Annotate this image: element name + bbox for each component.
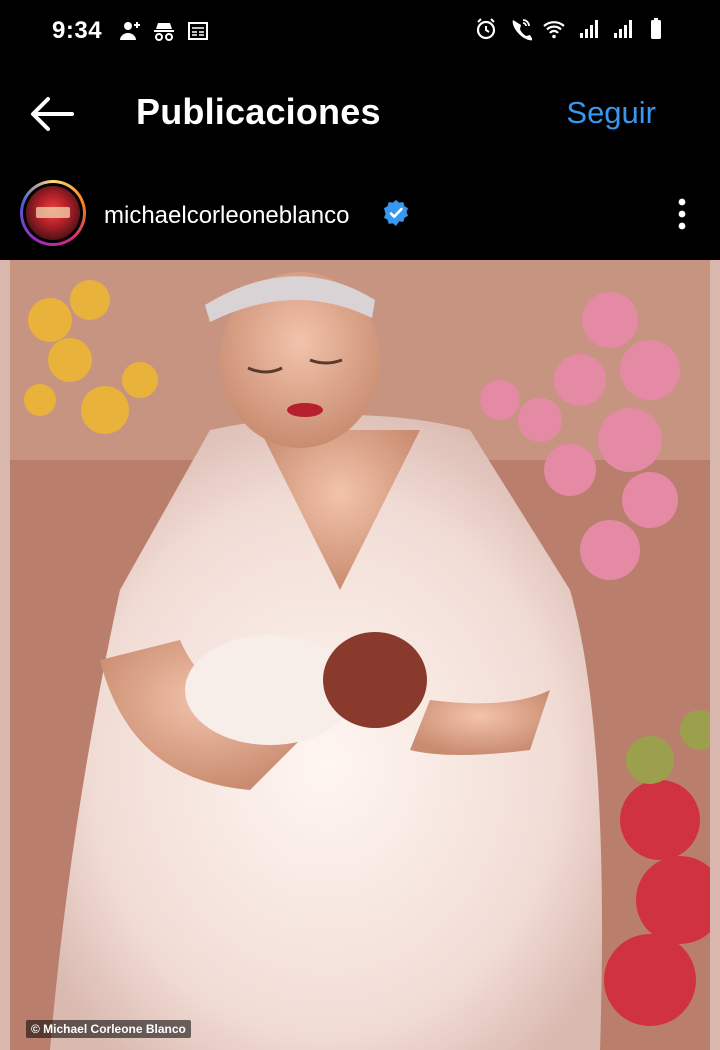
verified-badge-icon — [384, 200, 408, 226]
username-link[interactable]: michaelcorleoneblanco — [104, 202, 349, 230]
news-icon — [188, 22, 208, 40]
follow-button[interactable]: Seguir — [566, 95, 656, 131]
avatar-image — [26, 186, 80, 240]
post-image[interactable]: © Michael Corleone Blanco — [0, 260, 720, 1050]
image-watermark: © Michael Corleone Blanco — [26, 1020, 191, 1038]
back-arrow-icon[interactable] — [28, 94, 76, 134]
post-header: michaelcorleoneblanco — [0, 164, 720, 260]
avatar[interactable] — [20, 180, 86, 246]
status-time: 9:34 — [52, 17, 103, 44]
header: Publicaciones Seguir — [0, 64, 720, 164]
signal-icon — [580, 20, 598, 38]
wifi-calling-icon — [512, 19, 532, 41]
more-options-icon[interactable] — [672, 194, 692, 234]
alarm-icon — [476, 18, 496, 40]
post-photo: © Michael Corleone Blanco — [10, 260, 720, 1050]
status-left-icons — [118, 18, 210, 44]
status-bar: 9:34 — [0, 0, 720, 64]
avatar-border — [23, 183, 83, 243]
status-right-icons — [474, 16, 668, 42]
photo-illustration — [10, 260, 720, 1050]
battery-icon — [651, 18, 661, 39]
wifi-icon — [543, 21, 565, 39]
signal-icon-2 — [614, 20, 632, 38]
person-add-icon — [120, 22, 140, 40]
page-title: Publicaciones — [136, 91, 381, 132]
incognito-icon — [154, 23, 174, 41]
